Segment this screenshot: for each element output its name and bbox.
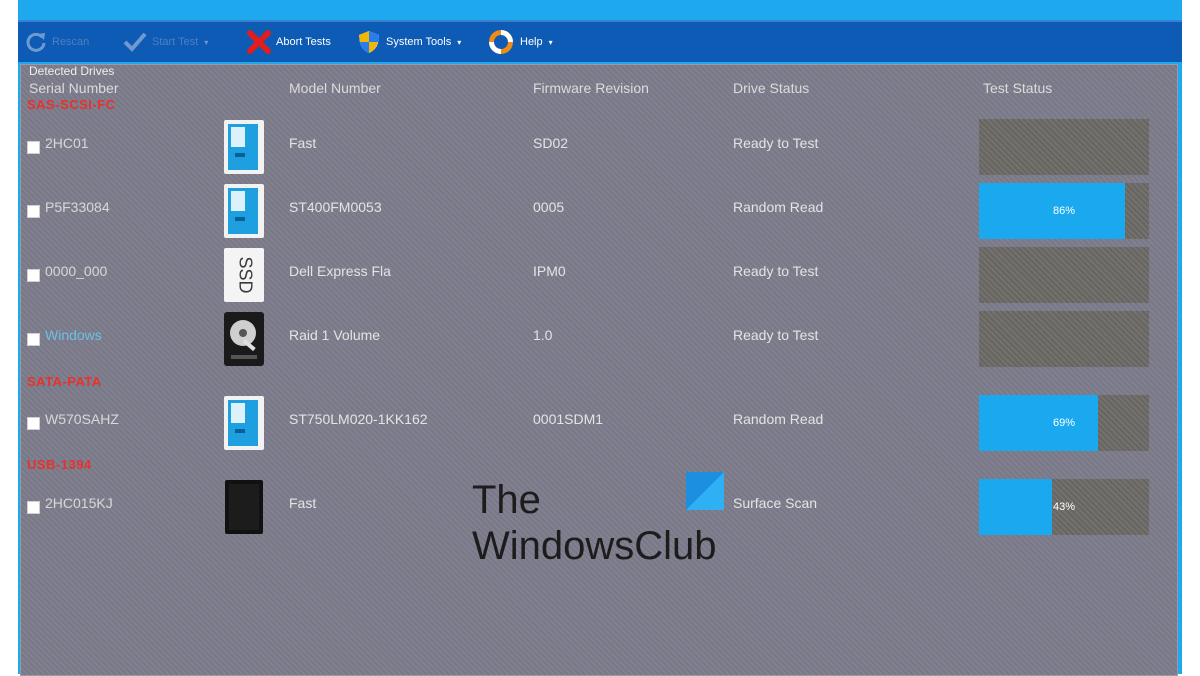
column-header-drive-status: Drive Status <box>733 80 810 96</box>
test-status-progress: 43% <box>979 479 1149 535</box>
drive-blue-icon <box>223 119 265 175</box>
chevron-down-icon[interactable]: ▾ <box>204 38 208 47</box>
column-header-serial: Serial Number <box>29 80 119 96</box>
rescan-button[interactable]: Rescan <box>18 22 116 62</box>
table-row[interactable]: P5F33084 ST400FM0053 0005 Random Read 86… <box>21 181 1177 241</box>
drive-status: Ready to Test <box>733 263 819 279</box>
serial-number: 2HC015KJ <box>45 495 113 511</box>
chevron-down-icon[interactable]: ▾ <box>457 38 461 47</box>
watermark: The WindowsClub <box>472 410 762 566</box>
model-number: Raid 1 Volume <box>289 327 381 343</box>
table-row[interactable]: Windows Raid 1 Volume 1.0 Ready to Test <box>21 309 1177 369</box>
progress-text: 69% <box>1052 417 1076 429</box>
firmware-revision: 0005 <box>533 199 565 215</box>
model-number: Fast <box>289 135 317 151</box>
table-row[interactable]: 2HC01 Fast SD02 Ready to Test <box>21 117 1177 177</box>
start-test-label: Start Test <box>152 36 199 48</box>
shield-icon <box>356 29 382 55</box>
abort-tests-button[interactable]: Abort Tests <box>240 22 350 62</box>
svg-text:SSD: SSD <box>235 256 255 293</box>
test-status-progress: 69% <box>979 395 1149 451</box>
serial-number: P5F33084 <box>45 199 110 215</box>
firmware-revision: SD02 <box>533 135 569 151</box>
drive-status: Random Read <box>733 199 824 215</box>
test-status-progress <box>979 247 1149 303</box>
select-checkbox[interactable] <box>27 269 40 282</box>
toolbar: Rescan Start Test ▾ Abort Tests System T… <box>18 20 1182 62</box>
progress-text: 43% <box>1052 501 1076 513</box>
abort-tests-label: Abort Tests <box>276 36 331 48</box>
model-number: ST750LM020-1KK162 <box>289 411 428 427</box>
system-tools-button[interactable]: System Tools ▾ <box>350 22 480 62</box>
progress-text <box>979 119 1149 175</box>
hdd-platter-icon <box>223 311 265 367</box>
abort-x-icon <box>246 29 272 55</box>
serial-number: 2HC01 <box>45 135 89 151</box>
check-icon <box>122 30 148 54</box>
progress-text <box>979 311 1149 367</box>
detected-drives-panel: Detected Drives Serial Number Model Numb… <box>20 64 1178 676</box>
serial-number: Windows <box>45 327 102 343</box>
select-checkbox[interactable] <box>27 141 40 154</box>
firmware-revision: 1.0 <box>533 327 553 343</box>
model-number: ST400FM0053 <box>289 199 382 215</box>
column-header-model: Model Number <box>289 80 381 96</box>
group-label-sata-pata: SATA-PATA <box>27 374 102 389</box>
help-button[interactable]: Help ▾ <box>480 22 582 62</box>
windows-logo-icon <box>686 472 724 510</box>
model-number: Dell Express Fla <box>289 263 391 279</box>
ssd-icon: SSD <box>223 247 265 303</box>
watermark-line2: WindowsClub <box>472 524 717 568</box>
group-label-sas-scsi-fc: SAS-SCSI-FC <box>27 97 116 112</box>
app-window: Rescan Start Test ▾ Abort Tests System T… <box>18 0 1182 676</box>
select-checkbox[interactable] <box>27 417 40 430</box>
usb-drive-black-icon <box>223 479 265 535</box>
help-label: Help <box>520 36 543 48</box>
rescan-label: Rescan <box>52 36 90 48</box>
progress-text: 86% <box>1052 205 1076 217</box>
system-tools-label: System Tools <box>386 36 452 48</box>
progress-text <box>979 247 1149 303</box>
firmware-revision: IPM0 <box>533 263 566 279</box>
serial-number: 0000_000 <box>45 263 108 279</box>
select-checkbox[interactable] <box>27 205 40 218</box>
test-status-progress <box>979 119 1149 175</box>
refresh-icon <box>24 30 48 54</box>
table-row[interactable]: 0000_000 SSD Dell Express Fla IPM0 Ready… <box>21 245 1177 305</box>
model-number: Fast <box>289 495 317 511</box>
test-status-progress: 86% <box>979 183 1149 239</box>
start-test-button[interactable]: Start Test ▾ <box>116 22 240 62</box>
panel-title: Detected Drives <box>29 64 115 78</box>
lifebuoy-icon <box>486 27 516 57</box>
drive-status: Ready to Test <box>733 135 819 151</box>
select-checkbox[interactable] <box>27 333 40 346</box>
chevron-down-icon[interactable]: ▾ <box>549 38 553 47</box>
drive-blue-icon <box>223 183 265 239</box>
select-checkbox[interactable] <box>27 501 40 514</box>
watermark-line1: The <box>472 478 541 522</box>
drive-blue-icon <box>223 395 265 451</box>
serial-number: W570SAHZ <box>45 411 119 427</box>
drive-status: Ready to Test <box>733 327 819 343</box>
column-header-test-status: Test Status <box>983 80 1053 96</box>
test-status-progress <box>979 311 1149 367</box>
column-header-firmware: Firmware Revision <box>533 80 649 96</box>
group-label-usb-1394: USB-1394 <box>27 457 92 472</box>
